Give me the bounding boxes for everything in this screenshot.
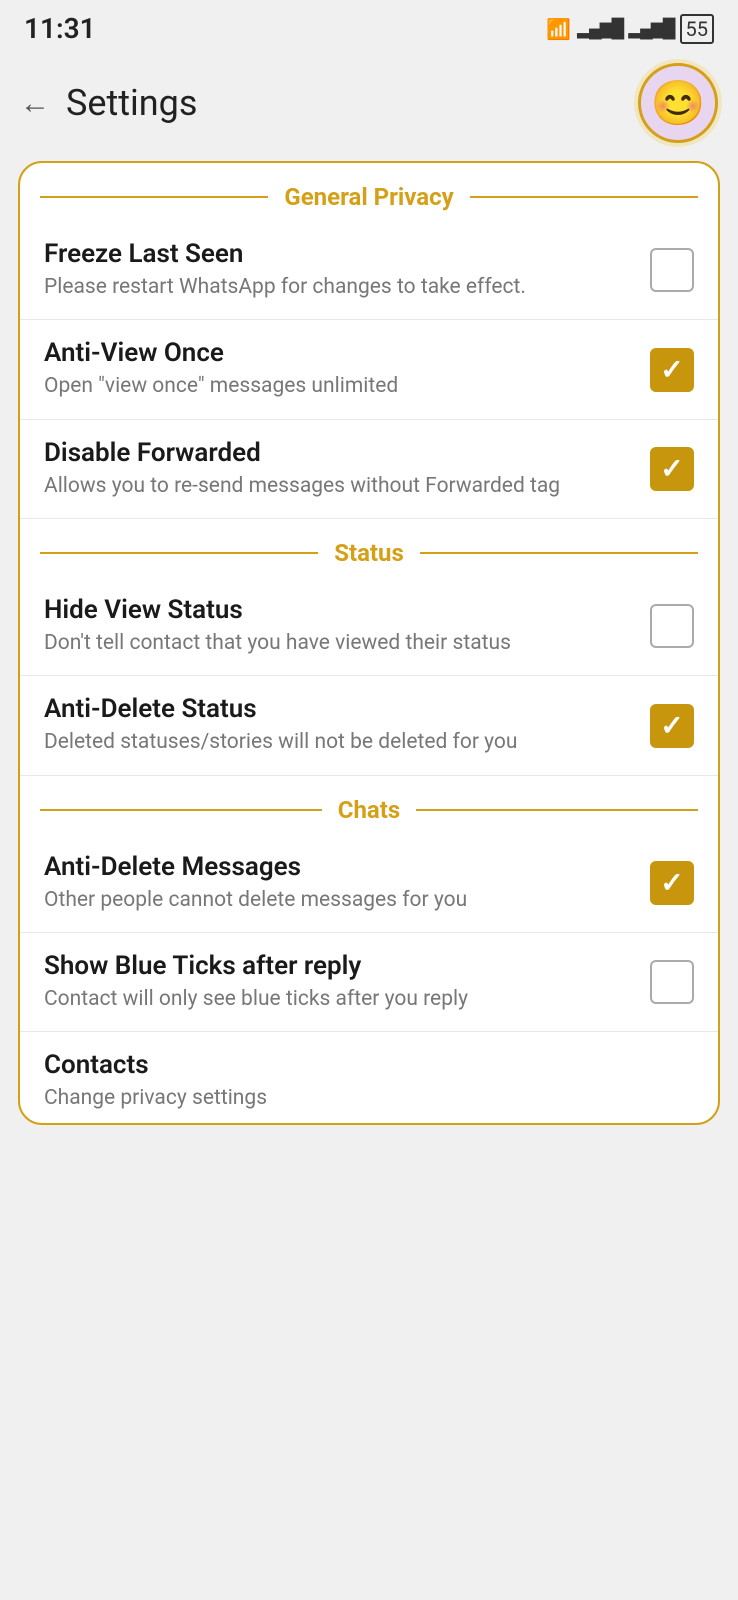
setting-text-anti-delete-status: Anti-Delete Status Deleted statuses/stor…	[44, 694, 650, 756]
checkbox-anti-delete-messages[interactable]	[650, 861, 694, 905]
setting-title-disable-forwarded: Disable Forwarded	[44, 438, 630, 468]
checkbox-freeze-last-seen[interactable]	[650, 248, 694, 292]
avatar[interactable]: 😊	[638, 63, 718, 143]
wifi-icon: 📶	[546, 17, 571, 41]
checkbox-hide-view-status[interactable]	[650, 604, 694, 648]
back-button[interactable]: ←	[20, 86, 50, 121]
setting-title-anti-delete-messages: Anti-Delete Messages	[44, 852, 630, 882]
setting-row-show-blue-ticks[interactable]: Show Blue Ticks after reply Contact will…	[20, 933, 718, 1032]
battery-icon: 55	[680, 14, 714, 44]
setting-row-contacts[interactable]: Contacts Change privacy settings	[20, 1032, 718, 1122]
setting-text-contacts: Contacts Change privacy settings	[44, 1050, 694, 1112]
section-header-chats: Chats	[20, 776, 718, 834]
section-title-general-privacy: General Privacy	[278, 183, 459, 211]
setting-row-anti-view-once[interactable]: Anti-View Once Open "view once" messages…	[20, 320, 718, 419]
setting-text-anti-delete-messages: Anti-Delete Messages Other people cannot…	[44, 852, 650, 914]
page-title: Settings	[66, 82, 197, 124]
setting-title-freeze-last-seen: Freeze Last Seen	[44, 239, 630, 269]
setting-desc-hide-view-status: Don't tell contact that you have viewed …	[44, 629, 630, 657]
checkbox-anti-view-once[interactable]	[650, 348, 694, 392]
checkbox-show-blue-ticks[interactable]	[650, 960, 694, 1004]
setting-desc-disable-forwarded: Allows you to re-send messages without F…	[44, 472, 630, 500]
section-line-chats-left	[40, 809, 322, 811]
main-card: General Privacy Freeze Last Seen Please …	[18, 161, 720, 1125]
section-header-general-privacy: General Privacy	[20, 163, 718, 221]
signal-bars2-icon: ▂▄▆█	[628, 18, 673, 39]
avatar-emoji: 😊	[651, 77, 706, 129]
section-line-right	[470, 196, 698, 198]
signal-bars-icon: ▂▄▆█	[577, 18, 622, 39]
section-line-chats-right	[416, 809, 698, 811]
header: ← Settings 😊	[0, 53, 738, 161]
checkbox-anti-delete-status[interactable]	[650, 704, 694, 748]
section-line-status-left	[40, 552, 318, 554]
setting-desc-freeze-last-seen: Please restart WhatsApp for changes to t…	[44, 273, 630, 301]
setting-title-anti-delete-status: Anti-Delete Status	[44, 694, 630, 724]
setting-title-show-blue-ticks: Show Blue Ticks after reply	[44, 951, 630, 981]
setting-row-freeze-last-seen[interactable]: Freeze Last Seen Please restart WhatsApp…	[20, 221, 718, 320]
status-bar: 11:31 📶 ▂▄▆█ ▂▄▆█ 55	[0, 0, 738, 53]
section-title-status: Status	[328, 539, 410, 567]
setting-row-anti-delete-messages[interactable]: Anti-Delete Messages Other people cannot…	[20, 834, 718, 933]
setting-row-disable-forwarded[interactable]: Disable Forwarded Allows you to re-send …	[20, 420, 718, 519]
section-title-chats: Chats	[332, 796, 406, 824]
setting-text-disable-forwarded: Disable Forwarded Allows you to re-send …	[44, 438, 650, 500]
setting-desc-contacts: Change privacy settings	[44, 1084, 674, 1112]
setting-title-hide-view-status: Hide View Status	[44, 595, 630, 625]
setting-desc-anti-delete-status: Deleted statuses/stories will not be del…	[44, 728, 630, 756]
setting-text-freeze-last-seen: Freeze Last Seen Please restart WhatsApp…	[44, 239, 650, 301]
setting-text-show-blue-ticks: Show Blue Ticks after reply Contact will…	[44, 951, 650, 1013]
section-line-left	[40, 196, 268, 198]
setting-title-anti-view-once: Anti-View Once	[44, 338, 630, 368]
setting-row-hide-view-status[interactable]: Hide View Status Don't tell contact that…	[20, 577, 718, 676]
status-icons: 📶 ▂▄▆█ ▂▄▆█ 55	[546, 14, 714, 44]
checkbox-disable-forwarded[interactable]	[650, 447, 694, 491]
status-time: 11:31	[24, 12, 96, 45]
setting-row-anti-delete-status[interactable]: Anti-Delete Status Deleted statuses/stor…	[20, 676, 718, 775]
setting-text-hide-view-status: Hide View Status Don't tell contact that…	[44, 595, 650, 657]
section-header-status: Status	[20, 519, 718, 577]
setting-desc-anti-view-once: Open "view once" messages unlimited	[44, 372, 630, 400]
setting-desc-anti-delete-messages: Other people cannot delete messages for …	[44, 886, 630, 914]
header-left: ← Settings	[20, 82, 197, 124]
setting-desc-show-blue-ticks: Contact will only see blue ticks after y…	[44, 985, 630, 1013]
setting-text-anti-view-once: Anti-View Once Open "view once" messages…	[44, 338, 650, 400]
section-line-status-right	[420, 552, 698, 554]
setting-title-contacts: Contacts	[44, 1050, 674, 1080]
